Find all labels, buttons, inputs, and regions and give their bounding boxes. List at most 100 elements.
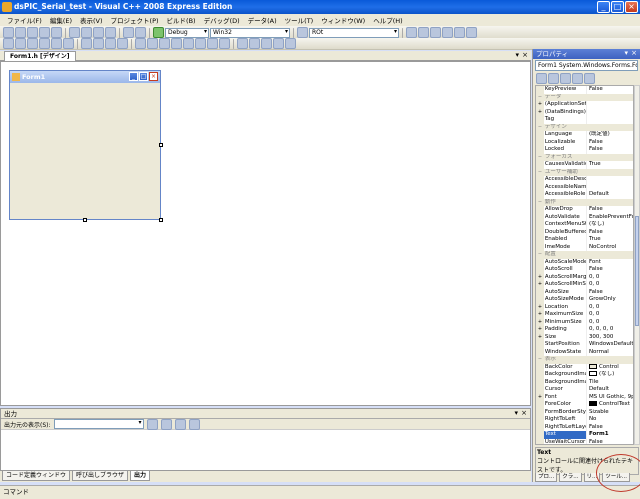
property-row[interactable]: ContextMenuStri (なし) [536,221,633,229]
properties-icon[interactable] [418,27,429,38]
property-value[interactable]: False [587,289,633,297]
start-debug-icon[interactable] [153,27,164,38]
maximize-button[interactable]: □ [611,1,624,13]
menu-debug[interactable]: デバッグ(D) [200,15,244,25]
decrease-spacing-icon[interactable] [159,38,170,49]
property-row[interactable]: AccessibleDescr [536,176,633,184]
property-row[interactable]: AllowDrop False [536,206,633,214]
expand-icon[interactable] [536,228,544,236]
save-icon[interactable] [39,27,50,38]
align-top-icon[interactable] [39,38,50,49]
property-row[interactable]: Language (既定値) [536,131,633,139]
property-row[interactable]: + (DataBindings) [536,108,633,117]
expand-icon[interactable] [536,438,544,444]
expand-icon[interactable]: + [536,101,544,109]
add-item-icon[interactable] [15,27,26,38]
expand-icon[interactable] [536,191,544,199]
property-category[interactable]: − 動作 [536,198,633,206]
same-size-icon[interactable] [105,38,116,49]
horizontal-spacing-icon[interactable] [135,38,146,49]
expand-icon[interactable] [536,138,544,146]
property-value[interactable] [587,109,633,117]
form1-preview[interactable]: Form1 _ □ × [9,70,161,220]
expand-icon[interactable]: − [536,198,544,206]
property-row[interactable]: + Location 0, 0 [536,303,633,312]
expand-icon[interactable] [536,348,544,356]
tab-output[interactable]: 出力 [130,471,151,481]
expand-icon[interactable]: + [536,303,544,311]
tab-order-icon[interactable] [285,38,296,49]
dropdown-icon[interactable]: ▾ [515,51,519,59]
expand-icon[interactable]: + [536,318,544,326]
property-category[interactable]: − デザイン [536,123,633,131]
expand-icon[interactable] [536,213,544,221]
vertical-spacing-icon[interactable] [183,38,194,49]
same-width-icon[interactable] [81,38,92,49]
property-row[interactable]: ImeMode NoControl [536,243,633,251]
property-value[interactable]: Default [587,386,633,394]
expand-icon[interactable] [536,363,544,371]
property-category[interactable]: − 表示 [536,356,633,364]
categorized-icon[interactable] [536,72,547,84]
property-category[interactable]: − ユーザー補助 [536,168,633,176]
word-wrap-icon[interactable] [188,418,200,430]
property-row[interactable]: Cursor Default [536,386,633,394]
undo-icon[interactable] [123,27,134,38]
expand-icon[interactable] [536,86,544,94]
property-value[interactable]: False [587,139,633,147]
property-value[interactable]: 0, 0 [587,311,633,319]
property-value[interactable]: Sizable [587,409,633,417]
property-row[interactable]: BackgroundImag (なし) [536,371,633,379]
align-right-icon[interactable] [27,38,38,49]
tab-code-definition[interactable]: コード定義ウィンドウ [2,471,71,481]
expand-icon[interactable]: + [536,333,544,341]
expand-icon[interactable]: + [536,273,544,281]
property-value[interactable]: 0, 0 [587,304,633,312]
expand-icon[interactable]: + [536,281,544,289]
property-value[interactable]: Font [587,259,633,267]
expand-icon[interactable] [536,221,544,229]
property-value[interactable]: 0, 0, 0, 0 [587,326,633,334]
tab-call-browser[interactable]: 呼び出しブラウザ [72,471,129,481]
property-value[interactable] [587,101,633,109]
expand-icon[interactable]: + [536,393,544,401]
properties-view-icon[interactable] [560,72,571,84]
toolbox-icon[interactable] [442,27,453,38]
expand-icon[interactable]: − [536,251,544,259]
property-row[interactable]: UseWaitCursor False [536,438,633,444]
property-value[interactable]: MS UI Gothic, 9pt [587,394,633,402]
increase-vspacing-icon[interactable] [195,38,206,49]
expand-icon[interactable]: − [536,356,544,364]
start-page-icon[interactable] [454,27,465,38]
property-category[interactable]: − 配置 [536,251,633,259]
menu-build[interactable]: ビルド(B) [163,15,200,25]
expand-icon[interactable] [536,161,544,169]
property-value[interactable]: 0, 0 [587,281,633,289]
property-row[interactable]: RightToLeft No [536,416,633,424]
save-all-icon[interactable] [51,27,62,38]
object-browser-icon[interactable] [430,27,441,38]
property-value[interactable]: Tile [587,379,633,387]
property-row[interactable]: Localizable False [536,138,633,147]
size-to-grid-icon[interactable] [117,38,128,49]
expand-icon[interactable] [536,431,544,439]
open-icon[interactable] [27,27,38,38]
property-value[interactable]: 0, 0 [587,319,633,327]
property-value[interactable]: EnablePreventFoc [587,214,633,222]
property-row[interactable]: WindowState Normal [536,348,633,356]
expand-icon[interactable]: − [536,123,544,131]
expand-icon[interactable] [536,371,544,379]
property-row[interactable]: + Size 300, 300 [536,333,633,341]
object-selector[interactable]: Form1 System.Windows.Forms.Form [535,60,638,71]
menu-help[interactable]: ヘルプ(H) [369,15,406,25]
menu-project[interactable]: プロジェクト(P) [107,15,163,25]
property-value[interactable]: GrowOnly [587,296,633,304]
menu-data[interactable]: データ(A) [244,15,281,25]
expand-icon[interactable]: + [536,108,544,116]
expand-icon[interactable] [536,296,544,304]
expand-icon[interactable] [536,258,544,266]
property-scrollbar[interactable] [634,85,640,445]
property-row[interactable]: DoubleBuffered False [536,228,633,236]
menu-tools[interactable]: ツール(T) [281,15,318,25]
expand-icon[interactable] [536,176,544,184]
